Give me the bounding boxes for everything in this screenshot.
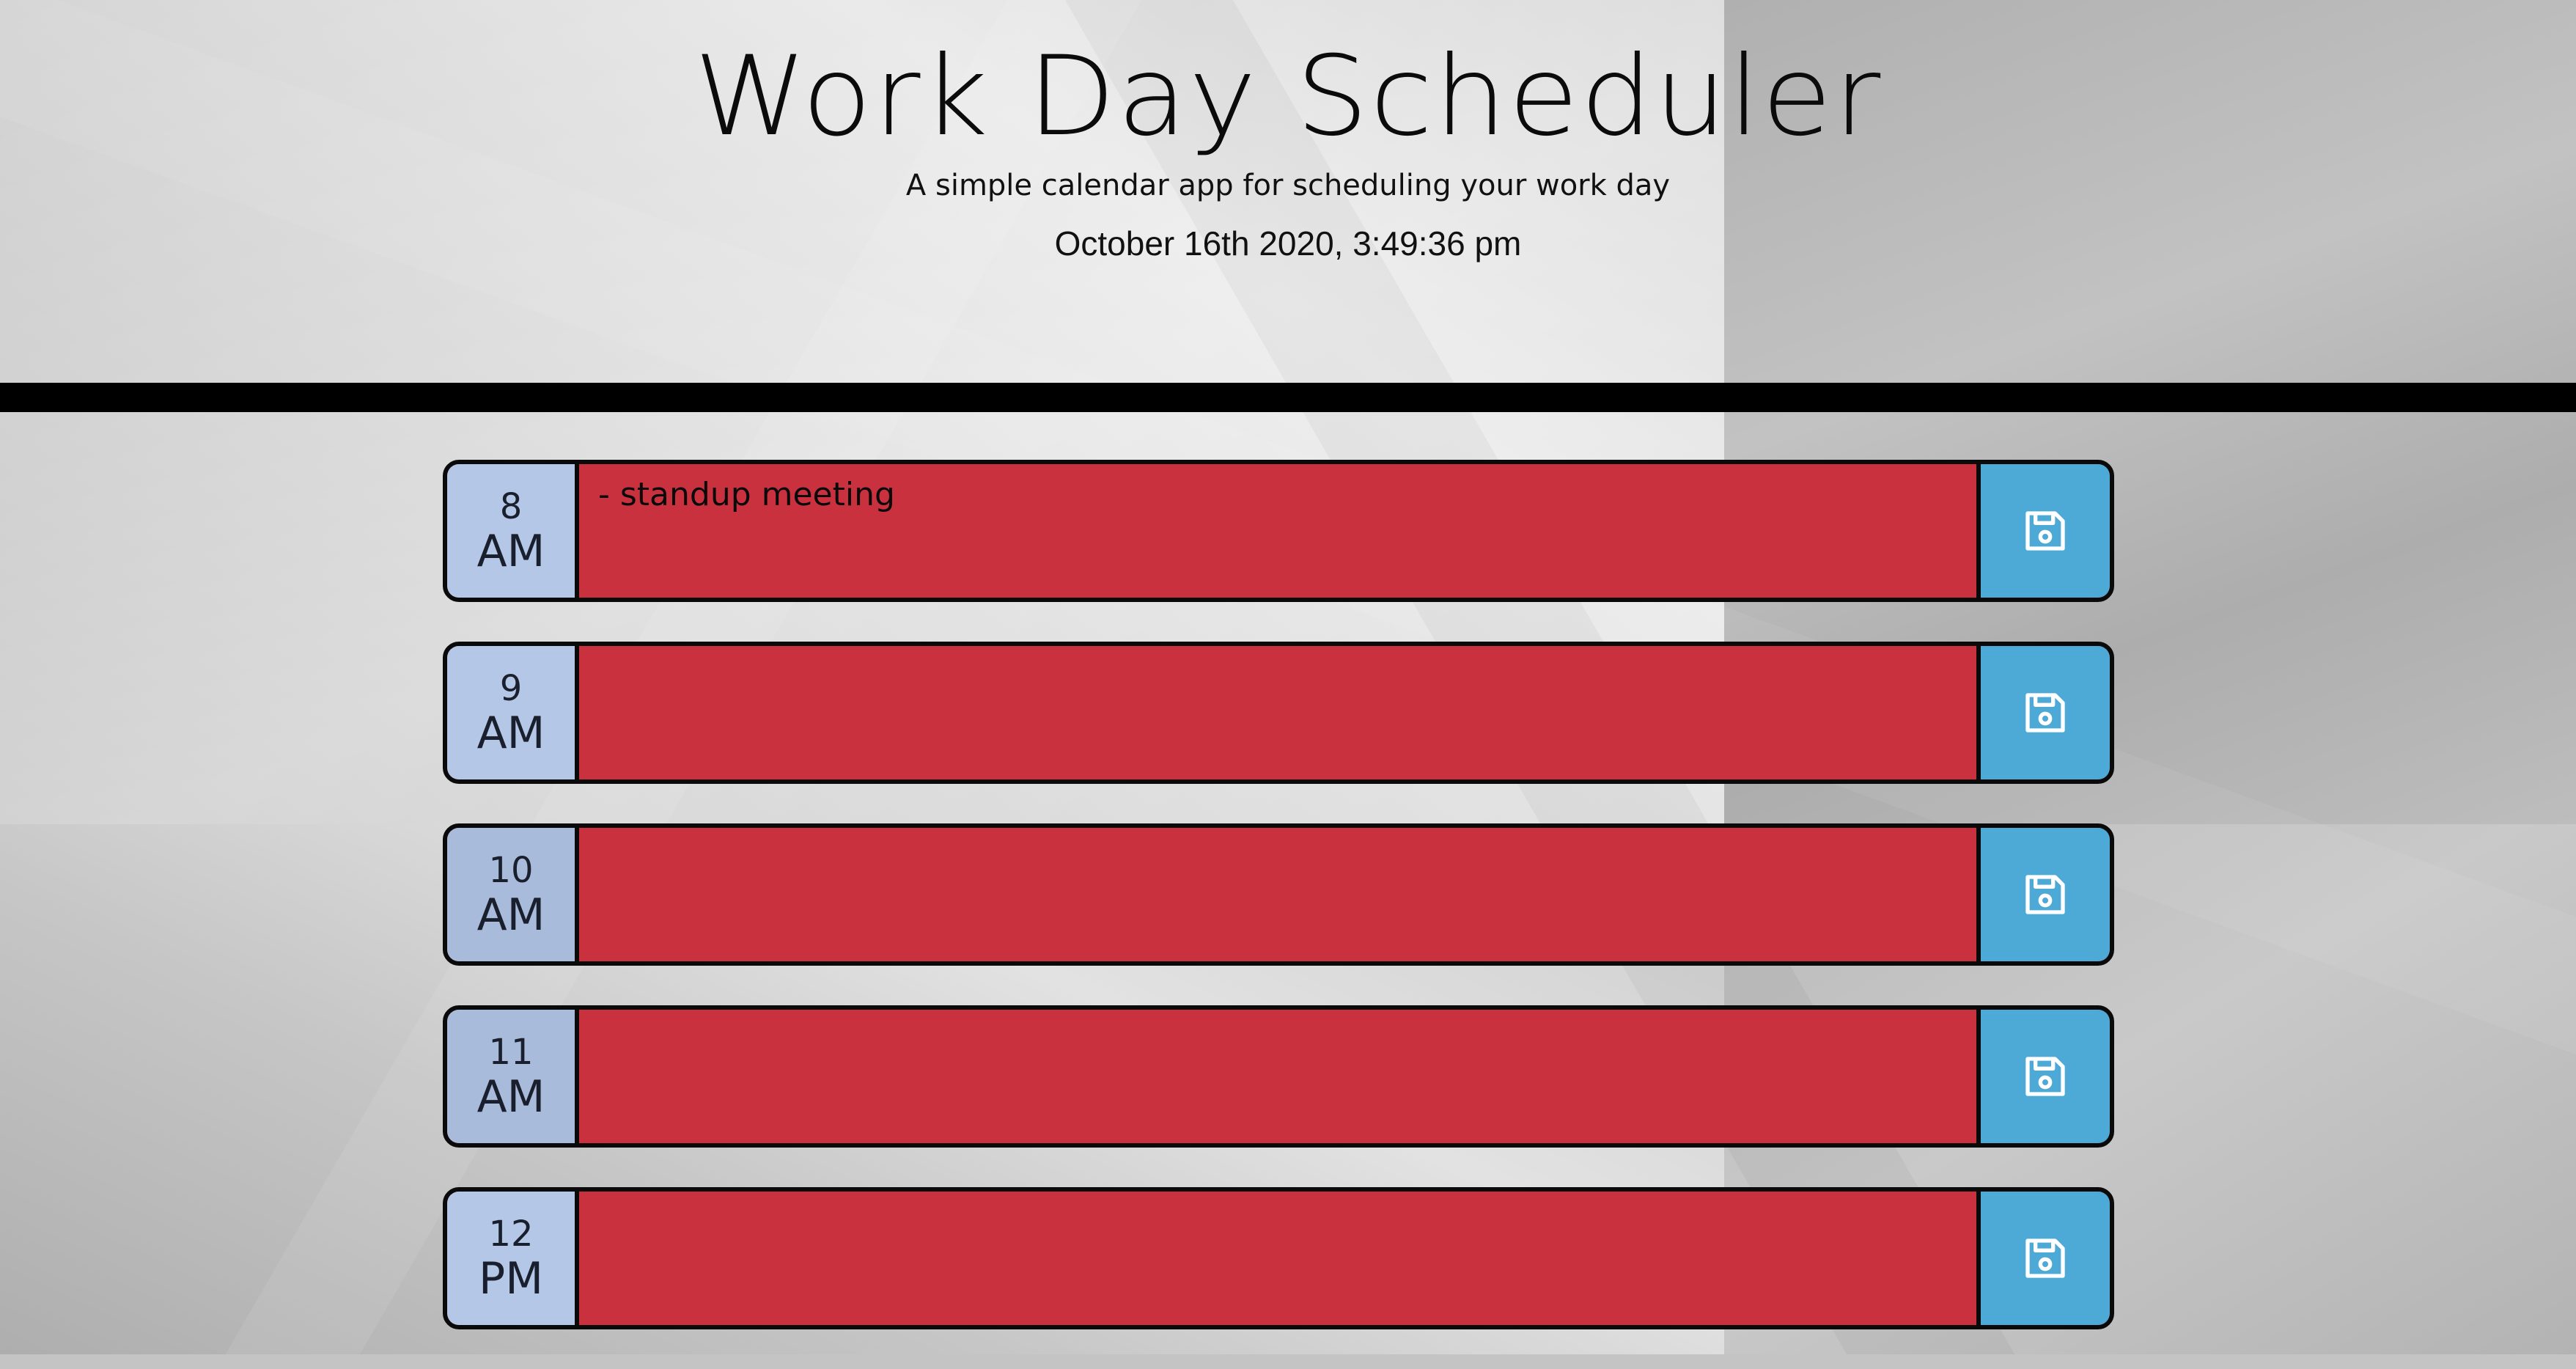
floppy-disk-icon <box>2025 511 2065 551</box>
hour-label: 8 AM <box>447 464 579 598</box>
save-button[interactable] <box>1976 464 2110 598</box>
hour-period: AM <box>476 526 545 577</box>
page-header: Work Day Scheduler A simple calendar app… <box>0 0 2576 383</box>
current-datetime: October 16th 2020, 3:49:36 pm <box>1054 224 1522 263</box>
schedule-container: 8 AM - standup meeting 9 AM 10 AM 11 AM … <box>443 460 2114 1369</box>
hour-label: 9 AM <box>447 646 579 779</box>
hour-number: 11 <box>488 1032 534 1073</box>
event-description-input[interactable] <box>579 1010 1976 1143</box>
floppy-disk-icon <box>2025 693 2065 733</box>
hour-period: PM <box>479 1253 543 1304</box>
hour-number: 10 <box>488 850 534 891</box>
event-description-input[interactable] <box>579 828 1976 961</box>
save-button[interactable] <box>1976 1010 2110 1143</box>
hour-period: AM <box>476 889 545 941</box>
page-subtitle: A simple calendar app for scheduling you… <box>905 169 1671 202</box>
event-description-input[interactable] <box>579 1192 1976 1325</box>
event-description-input[interactable]: - standup meeting <box>579 464 1976 598</box>
time-block-row: 9 AM <box>443 642 2114 784</box>
hour-label: 10 AM <box>447 828 579 961</box>
page-title: Work Day Scheduler <box>693 33 1883 161</box>
time-block-row: 11 AM <box>443 1005 2114 1148</box>
floppy-disk-icon <box>2025 1057 2065 1096</box>
hour-label: 12 PM <box>447 1192 579 1325</box>
hour-period: AM <box>476 1071 545 1123</box>
event-description-input[interactable] <box>579 646 1976 779</box>
floppy-disk-icon <box>2025 1238 2065 1278</box>
floppy-disk-icon <box>2025 875 2065 914</box>
save-button[interactable] <box>1976 1192 2110 1325</box>
hour-number: 9 <box>499 668 523 709</box>
time-block-row: 10 AM <box>443 823 2114 966</box>
time-block-row: 8 AM - standup meeting <box>443 460 2114 602</box>
hour-number: 8 <box>499 486 523 527</box>
hour-label: 11 AM <box>447 1010 579 1143</box>
save-button[interactable] <box>1976 646 2110 779</box>
header-divider <box>0 383 2576 412</box>
time-block-row: 12 PM <box>443 1187 2114 1329</box>
hour-period: AM <box>476 708 545 759</box>
hour-number: 12 <box>488 1214 534 1255</box>
save-button[interactable] <box>1976 828 2110 961</box>
